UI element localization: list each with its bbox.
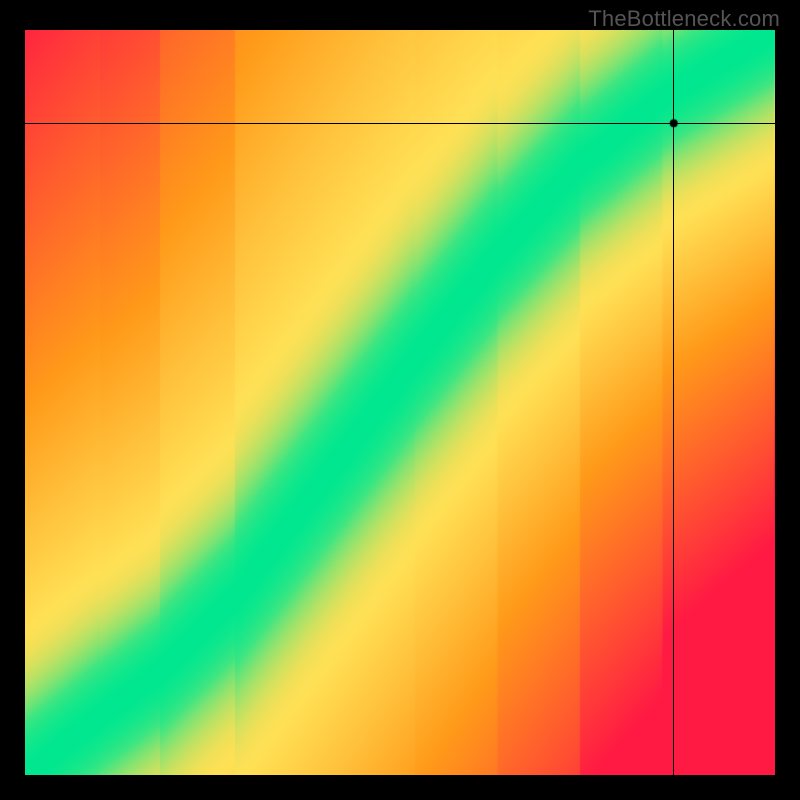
watermark-text: TheBottleneck.com — [588, 6, 780, 32]
crosshair-dot — [25, 30, 775, 775]
chart-container: TheBottleneck.com — [0, 0, 800, 800]
heatmap-plot — [25, 30, 775, 775]
crosshair-horizontal — [25, 123, 775, 124]
crosshair-vertical — [673, 30, 674, 775]
